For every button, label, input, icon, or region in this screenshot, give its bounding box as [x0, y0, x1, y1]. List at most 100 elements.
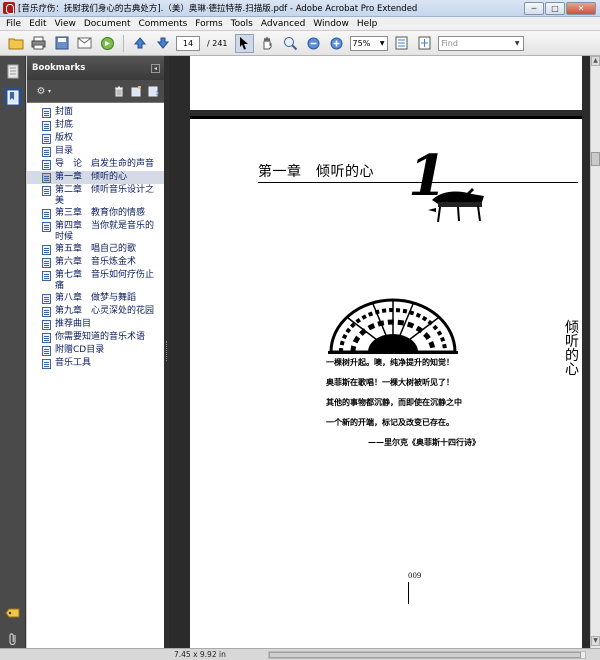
bookmarks-panel-icon[interactable] — [4, 88, 22, 106]
navigation-pane-rail — [0, 56, 26, 648]
minimize-button[interactable]: ─ — [524, 1, 544, 15]
bookmarks-header: Bookmarks ◂ — [27, 56, 164, 80]
title-bar: [音乐疗伤：抚慰我们身心的古典处方].（美）奥琳·德拉特蒂.扫描版.pdf - … — [0, 0, 600, 17]
bookmark-item[interactable]: 推荐曲目 — [27, 318, 164, 331]
expand-bookmark-icon[interactable] — [146, 84, 160, 98]
bookmark-item[interactable]: 第八章 做梦与舞蹈 — [27, 292, 164, 305]
menu-view[interactable]: View — [51, 17, 80, 31]
find-input[interactable]: Find ▼ — [437, 35, 524, 51]
bookmark-item[interactable]: 第六章 音乐炼金术 — [27, 256, 164, 269]
page-number-input[interactable] — [176, 35, 200, 51]
bookmark-page-icon — [42, 294, 51, 304]
menu-window[interactable]: Window — [309, 17, 353, 31]
options-gear-icon[interactable]: ⚙ — [34, 84, 48, 98]
toolbar-separator — [123, 34, 124, 52]
find-dropdown-chevron-icon[interactable]: ▼ — [515, 40, 520, 47]
menu-edit[interactable]: Edit — [25, 17, 50, 31]
menu-help[interactable]: Help — [353, 17, 382, 31]
collaborate-icon[interactable] — [98, 34, 117, 53]
print-icon[interactable] — [29, 34, 48, 53]
bookmark-item-selected[interactable]: 第一章 倾听的心 — [27, 171, 164, 184]
bookmark-page-icon — [42, 134, 51, 144]
scroll-down-arrow-icon[interactable]: ▼ — [591, 636, 600, 646]
email-icon[interactable] — [75, 34, 94, 53]
bookmark-item[interactable]: 你需要知道的音乐术语 — [27, 331, 164, 344]
bookmark-page-icon — [42, 320, 51, 330]
bookmark-item[interactable]: 第五章 唱自己的歌 — [27, 243, 164, 256]
decorative-fan-illustration — [328, 296, 458, 357]
chevron-down-icon: ▼ — [379, 39, 385, 47]
bookmark-item[interactable]: 第九章 心灵深处的花园 — [27, 305, 164, 318]
menu-tools[interactable]: Tools — [227, 17, 257, 31]
bookmark-item[interactable]: 版权 — [27, 132, 164, 145]
maximize-button[interactable]: □ — [545, 1, 565, 15]
next-page-icon[interactable] — [153, 34, 172, 53]
poem-line: 一个新的开端，标记及改变已存在。 — [326, 417, 454, 427]
bookmark-item[interactable]: 目录 — [27, 145, 164, 158]
bookmark-page-icon — [42, 121, 51, 131]
select-text-icon[interactable] — [234, 33, 254, 53]
bookmark-item[interactable]: 第二章 倾听音乐设计之美 — [27, 184, 164, 207]
zoom-level-select[interactable]: 75% ▼ — [349, 35, 388, 51]
menu-document[interactable]: Document — [80, 17, 135, 31]
horizontal-scrollbar[interactable] — [268, 651, 586, 659]
bookmark-item[interactable]: 第四章 当你就是音乐的时候 — [27, 220, 164, 243]
status-bar: 7.45 x 9.92 in — [0, 648, 600, 660]
bookmarks-title: Bookmarks — [32, 63, 86, 73]
previous-page-icon[interactable] — [130, 34, 149, 53]
close-button[interactable]: ✕ — [566, 1, 596, 15]
page-number-rule — [408, 582, 409, 604]
attachments-panel-icon[interactable] — [4, 630, 22, 648]
acrobat-app-icon[interactable] — [3, 2, 15, 14]
bookmark-item[interactable]: 附赠CD目录 — [27, 344, 164, 357]
bookmark-page-icon — [42, 186, 51, 196]
menu-comments[interactable]: Comments — [135, 17, 192, 31]
open-folder-icon[interactable] — [6, 34, 25, 53]
page-number-label: 009 — [408, 572, 422, 580]
bookmark-page-icon — [42, 245, 51, 255]
poem-line: 一棵树升起。噢，纯净提升的知觉！ — [326, 357, 454, 367]
menu-forms[interactable]: Forms — [191, 17, 226, 31]
bookmark-item[interactable]: 封底 — [27, 119, 164, 132]
save-icon[interactable] — [52, 34, 71, 53]
bookmark-page-icon — [42, 359, 51, 369]
bookmark-page-icon — [42, 307, 51, 317]
marquee-zoom-icon[interactable] — [281, 34, 300, 53]
previous-page-bottom — [190, 56, 582, 110]
zoom-in-icon[interactable] — [327, 34, 346, 53]
signatures-panel-icon[interactable] — [4, 604, 22, 622]
zoom-out-icon[interactable] — [304, 34, 323, 53]
hand-tool-icon[interactable] — [258, 34, 277, 53]
vertical-scrollbar[interactable]: ▲ ▼ — [590, 56, 600, 648]
total-pages: / 241 — [207, 38, 228, 48]
side-running-title: 倾听的心 — [565, 320, 579, 378]
bookmark-page-icon — [42, 108, 51, 118]
piano-illustration — [428, 188, 486, 227]
poem-line: 其他的事物都沉静，而即使在沉静之中 — [326, 397, 462, 407]
document-view[interactable]: 第一章 倾听的心 1 倾听的心 一棵树升起。噢，纯净提升的知觉！ 奥菲斯在歌唱！… — [169, 56, 590, 648]
bookmark-page-icon — [42, 258, 51, 268]
new-bookmark-icon[interactable] — [129, 84, 143, 98]
panel-collapse-icon[interactable]: ◂ — [151, 63, 160, 73]
fit-page-icon[interactable] — [392, 34, 411, 53]
full-screen-icon[interactable] — [415, 34, 434, 53]
page-size-label: 7.45 x 9.92 in — [174, 650, 226, 659]
bookmark-item[interactable]: 封面 — [27, 106, 164, 119]
vertical-scroll-thumb[interactable] — [591, 152, 600, 166]
scroll-up-arrow-icon[interactable]: ▲ — [591, 56, 600, 66]
poem-line: 奥菲斯在歌唱！一棵大树被听见了！ — [326, 377, 454, 387]
bookmark-item[interactable]: 第七章 音乐如何疗伤止痛 — [27, 269, 164, 292]
toolbar: / 241 75% ▼ Find ▼ — [0, 31, 600, 56]
bookmark-item[interactable]: 第三章 教育你的情感 — [27, 207, 164, 220]
horizontal-scroll-thumb[interactable] — [269, 652, 581, 658]
bookmark-item[interactable]: 音乐工具 — [27, 357, 164, 370]
menu-bar: File Edit View Document Comments Forms T… — [0, 17, 600, 31]
menu-file[interactable]: File — [2, 17, 25, 31]
delete-bookmark-icon[interactable] — [112, 84, 126, 98]
poem-attribution: ——里尔克《奥菲斯十四行诗》 — [368, 437, 480, 447]
bookmark-page-icon — [42, 173, 51, 183]
menu-advanced[interactable]: Advanced — [257, 17, 309, 31]
options-chevron-down-icon[interactable]: ▾ — [48, 88, 51, 95]
bookmark-item[interactable]: 导 论 启发生命的声音 — [27, 158, 164, 171]
pages-panel-icon[interactable] — [4, 62, 22, 80]
